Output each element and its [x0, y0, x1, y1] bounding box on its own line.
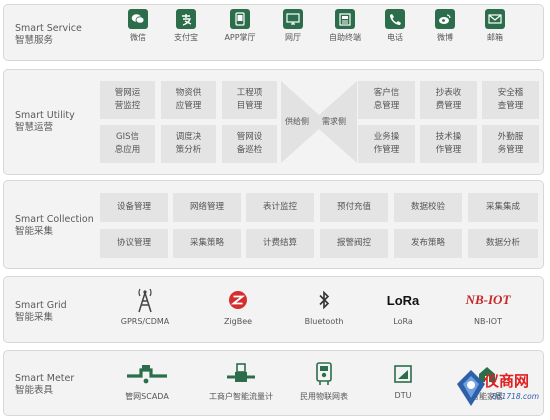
- site-watermark: 仪商网 861718.com: [454, 364, 546, 410]
- nbiot-icon: NB-IOT: [448, 287, 528, 313]
- collection-cell: 设备管理: [100, 193, 168, 222]
- meter-label: 工商户智能流量计: [209, 392, 273, 401]
- collection-cell: 表计监控: [246, 193, 314, 222]
- meter-iot: 民用物联网表: [284, 361, 364, 402]
- service-label: 支付宝: [174, 33, 198, 42]
- flowmeter-icon: [201, 361, 281, 387]
- grid-label: Bluetooth: [304, 317, 344, 326]
- collection-cell: 采集策略: [173, 229, 241, 258]
- monitor-icon: [283, 9, 303, 29]
- service-label: 邮箱: [487, 33, 503, 42]
- weibo-icon: [435, 9, 455, 29]
- watermark-url: 861718.com: [492, 392, 540, 401]
- meter-icon: [284, 361, 364, 387]
- row-title: Smart Meter 智能表具: [15, 373, 74, 397]
- grid-zigbee: ZigBee: [198, 287, 278, 326]
- bluetooth-icon: [284, 287, 364, 313]
- service-label: 网厅: [285, 33, 301, 42]
- supply-side-label: 供给侧: [285, 117, 309, 126]
- row-title-en: Smart Grid: [15, 300, 67, 311]
- row-title-cn: 智能采集: [15, 226, 54, 237]
- row-title-cn: 智能采集: [15, 312, 54, 323]
- watermark-logo-icon: [457, 370, 485, 406]
- collection-cell: 协议管理: [100, 229, 168, 258]
- collection-cell: 数据分析: [468, 229, 538, 258]
- demand-side-label: 需求侧: [322, 117, 346, 126]
- collection-cell: 计费结算: [246, 229, 314, 258]
- smart-service-row: Smart Service 智慧服务 微信 支付宝 APP掌厅 网厅 自助终端: [3, 4, 544, 61]
- row-title-cn: 智慧运营: [15, 122, 54, 133]
- alipay-icon: [176, 9, 196, 29]
- meter-flowmeter: 工商户智能流量计: [201, 361, 281, 402]
- utility-cell: 客户信 息管理: [358, 81, 415, 119]
- grid-lora: LoRa LoRa: [363, 287, 443, 327]
- service-mail[interactable]: 邮箱: [465, 9, 525, 43]
- collection-cell: 数据校验: [394, 193, 462, 222]
- smart-utility-row: Smart Utility 智慧运营 管网运 营监控 物资供 应管理 工程项 目…: [3, 69, 544, 175]
- antenna-icon: [105, 287, 185, 313]
- mail-icon: [485, 9, 505, 29]
- utility-cell: 抄表收 费管理: [420, 81, 477, 119]
- terminal-icon: [335, 9, 355, 29]
- pipeline-icon: [107, 361, 187, 387]
- lora-icon: LoRa: [363, 287, 443, 313]
- wechat-icon: [128, 9, 148, 29]
- service-label: APP掌厅: [224, 33, 256, 42]
- lora-logo: LoRa: [386, 292, 420, 308]
- collection-cell: 预付充值: [320, 193, 388, 222]
- grid-nbiot: NB-IOT NB-IOT: [448, 287, 528, 326]
- grid-gprs: GPRS/CDMA: [105, 287, 185, 326]
- row-title: Smart Collection 智能采集: [15, 214, 94, 238]
- collection-cell: 报警阀控: [320, 229, 388, 258]
- row-title-en: Smart Utility: [15, 110, 75, 121]
- row-title: Smart Grid 智能采集: [15, 300, 67, 324]
- utility-cell: GIS信 息应用: [100, 125, 155, 163]
- collection-cell: 网络管理: [173, 193, 241, 222]
- dtu-icon: [363, 361, 443, 387]
- utility-cell: 外勤服 务管理: [482, 125, 539, 163]
- meter-label: 民用物联网表: [300, 392, 348, 401]
- phone-icon: [385, 9, 405, 29]
- smart-grid-row: Smart Grid 智能采集 GPRS/CDMA ZigBee Bluetoo…: [3, 276, 544, 343]
- row-title-cn: 智能表具: [15, 385, 54, 396]
- app-icon: [230, 9, 250, 29]
- row-title-en: Smart Service: [15, 23, 82, 34]
- row-title-cn: 智慧服务: [15, 35, 54, 46]
- grid-bluetooth: Bluetooth: [284, 287, 364, 326]
- smart-collection-row: Smart Collection 智能采集 设备管理 网络管理 表计监控 预付充…: [3, 180, 544, 269]
- row-title: Smart Service 智慧服务: [15, 23, 82, 47]
- meter-dtu: DTU: [363, 361, 443, 400]
- meter-label: 管网SCADA: [125, 392, 169, 401]
- collection-cell: 采集集成: [468, 193, 538, 222]
- grid-label: GPRS/CDMA: [120, 317, 170, 326]
- service-alipay[interactable]: 支付宝: [156, 9, 216, 43]
- meter-label: DTU: [394, 391, 412, 400]
- zigbee-icon: [198, 287, 278, 313]
- utility-cell: 业务操 作管理: [358, 125, 415, 163]
- utility-cell: 调度决 策分析: [161, 125, 216, 163]
- service-web[interactable]: 网厅: [263, 9, 323, 43]
- grid-label: NB-IOT: [474, 317, 502, 326]
- row-title: Smart Utility 智慧运营: [15, 110, 75, 134]
- row-title-en: Smart Collection: [15, 214, 94, 225]
- utility-cell: 管网设 备巡检: [222, 125, 277, 163]
- collection-cell: 发布策略: [394, 229, 462, 258]
- grid-label: ZigBee: [223, 317, 253, 326]
- service-app[interactable]: APP掌厅: [210, 9, 270, 43]
- nbiot-logo: NB-IOT: [465, 292, 511, 307]
- utility-cell: 工程项 目管理: [222, 81, 277, 119]
- meter-scada: 管网SCADA: [107, 361, 187, 402]
- utility-cell: 管网运 营监控: [100, 81, 155, 119]
- utility-cell: 物资供 应管理: [161, 81, 216, 119]
- grid-label: LoRa: [393, 317, 413, 326]
- row-title-en: Smart Meter: [15, 373, 75, 384]
- watermark-brand: 仪商网: [484, 372, 530, 390]
- utility-cell: 技术操 作管理: [420, 125, 477, 163]
- utility-cell: 安全稽 查管理: [482, 81, 539, 119]
